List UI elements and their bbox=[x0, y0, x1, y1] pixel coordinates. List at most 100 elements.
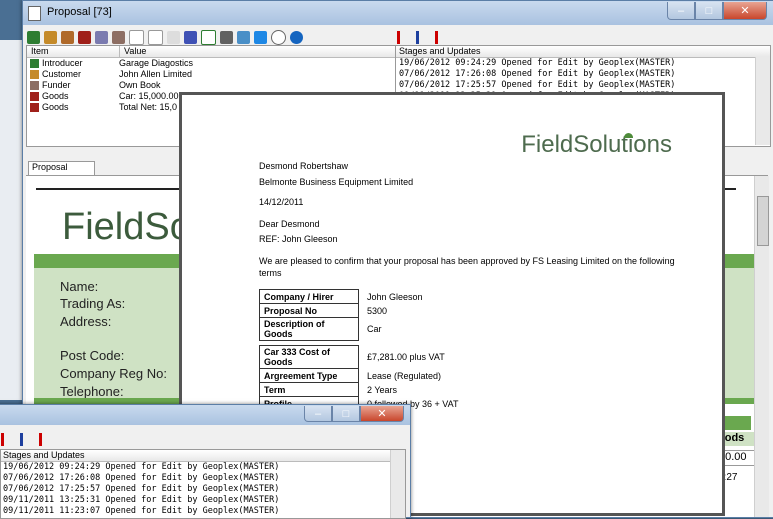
customer-icon[interactable] bbox=[44, 30, 57, 44]
notes-icon[interactable] bbox=[148, 29, 163, 45]
table-row[interactable]: Introducer Garage Diagostics bbox=[27, 58, 396, 69]
term-key: Argreement Type bbox=[259, 368, 359, 383]
tab-proposal[interactable]: Proposal bbox=[28, 161, 95, 175]
stages-window-controls: – □ ✕ bbox=[304, 406, 404, 424]
preview-icon[interactable] bbox=[237, 30, 250, 44]
stage-icon[interactable] bbox=[184, 30, 197, 44]
letter-logo-o: o bbox=[589, 131, 603, 158]
column-item-header[interactable]: Item bbox=[27, 46, 120, 57]
form-scroll-thumb[interactable] bbox=[757, 196, 769, 246]
form-field-label: Post Code: bbox=[60, 348, 125, 363]
close-button[interactable]: ✕ bbox=[723, 2, 767, 20]
term-value: 2 Years bbox=[367, 384, 398, 395]
stages-window-toolbar bbox=[1, 430, 58, 448]
row-item: Goods bbox=[42, 102, 69, 112]
salutation: Dear Desmond bbox=[259, 219, 320, 229]
upload-icon[interactable] bbox=[254, 30, 267, 44]
table-row[interactable]: Funder Own Book bbox=[27, 80, 396, 91]
row-value: Car: 15,000.00 bbox=[119, 91, 179, 101]
attach-icon[interactable] bbox=[167, 30, 180, 44]
row-item: Goods bbox=[42, 91, 69, 101]
stage-entry[interactable]: 07/06/2012 17:25:57 Opened for Edit by G… bbox=[399, 80, 770, 91]
form-field-label: Company Reg No: bbox=[60, 366, 167, 381]
stage-entry[interactable]: 07/06/2012 17:25:57 Opened for Edit by G… bbox=[3, 484, 405, 495]
row-value: Own Book bbox=[119, 80, 161, 90]
row-icon bbox=[30, 92, 39, 101]
stages-window: – □ ✕ Stages and Updates 19/06/2012 09:2… bbox=[0, 404, 411, 519]
stage-entry[interactable]: 09/11/2011 13:25:31 Opened for Edit by G… bbox=[3, 495, 405, 506]
row-icon bbox=[30, 70, 39, 79]
stages-window-title-bar[interactable]: – □ ✕ bbox=[0, 405, 410, 425]
row-value: Garage Diagostics bbox=[119, 58, 194, 68]
small-stages-header[interactable]: Stages and Updates bbox=[1, 450, 405, 462]
term-key: Description of Goods bbox=[259, 317, 359, 341]
calendar-icon[interactable] bbox=[129, 29, 144, 45]
row-item: Introducer bbox=[42, 58, 83, 68]
guarantor-icon[interactable] bbox=[61, 30, 74, 44]
document-icon[interactable] bbox=[201, 29, 216, 45]
funder-icon[interactable] bbox=[112, 30, 125, 44]
term-value: Car bbox=[367, 324, 382, 334]
term-key: Company / Hirer bbox=[259, 289, 359, 304]
table-row: Argreement Type Lease (Regulated) bbox=[259, 368, 463, 383]
letter-logo: FieldSolutions bbox=[521, 131, 672, 159]
goods-header-cell bbox=[721, 416, 751, 430]
small-stages-list: 19/06/2012 09:24:29 Opened for Edit by G… bbox=[1, 462, 405, 517]
terms-table-bottom: Car 333 Cost of Goods £7,281.00 plus VAT A… bbox=[259, 345, 463, 411]
form-field-label: Address: bbox=[60, 314, 112, 329]
table-row: Description of Goods Car bbox=[259, 317, 428, 341]
term-value: John Gleeson bbox=[367, 291, 423, 302]
form-field-label: Telephone: bbox=[60, 384, 124, 399]
background-window-left bbox=[0, 40, 23, 400]
stage-entry[interactable]: 07/06/2012 17:26:08 Opened for Edit by G… bbox=[3, 473, 405, 484]
title-bar[interactable]: Proposal [73] – □ ✕ bbox=[23, 1, 773, 25]
stage-blue-icon[interactable] bbox=[416, 30, 430, 44]
stages-toolbar bbox=[397, 28, 477, 46]
globe-icon[interactable] bbox=[290, 30, 303, 44]
stages-minimize-button[interactable]: – bbox=[304, 406, 332, 422]
stages-maximize-button[interactable]: □ bbox=[332, 406, 360, 422]
small-stages-scrollbar[interactable] bbox=[390, 450, 405, 518]
term-key: Term bbox=[259, 382, 359, 397]
reference-line: REF: John Gleeson bbox=[259, 234, 338, 244]
letter-logo-right: lutions bbox=[602, 131, 672, 158]
term-value: Lease (Regulated) bbox=[367, 370, 442, 381]
stage-mixed-icon[interactable] bbox=[435, 30, 449, 44]
form-scrollbar[interactable] bbox=[754, 176, 769, 517]
stage-entry[interactable]: 19/06/2012 09:24:29 Opened for Edit by G… bbox=[399, 58, 770, 69]
row-icon bbox=[30, 59, 39, 68]
window-controls: – □ ✕ bbox=[667, 2, 767, 20]
tools-icon[interactable] bbox=[95, 30, 108, 44]
term-key: Proposal No bbox=[259, 303, 359, 318]
term-value: £7,281.00 plus VAT bbox=[367, 352, 445, 362]
maximize-button[interactable]: □ bbox=[695, 2, 723, 20]
stages-scrollbar[interactable] bbox=[755, 57, 770, 145]
row-value: Total Net: 15,0 bbox=[119, 102, 178, 112]
minimize-button[interactable]: – bbox=[667, 2, 695, 20]
stage-entry[interactable]: 09/11/2011 11:23:07 Opened for Edit by G… bbox=[3, 506, 405, 517]
row-item: Funder bbox=[42, 80, 71, 90]
column-value-header[interactable]: Value bbox=[120, 46, 146, 57]
letter-body: We are pleased to confirm that your prop… bbox=[259, 256, 675, 278]
row-icon bbox=[30, 103, 39, 112]
clock-icon[interactable] bbox=[271, 29, 286, 45]
goods-icon[interactable] bbox=[78, 30, 91, 44]
row-value: John Allen Limited bbox=[119, 69, 193, 79]
stages-close-button[interactable]: ✕ bbox=[360, 406, 404, 422]
stage-entry[interactable]: 07/06/2012 17:26:08 Opened for Edit by G… bbox=[399, 69, 770, 80]
introducer-icon[interactable] bbox=[27, 30, 40, 44]
stage-blue-icon[interactable] bbox=[20, 432, 34, 446]
stages-header[interactable]: Stages and Updates bbox=[396, 46, 770, 58]
stage-red-icon[interactable] bbox=[397, 30, 411, 44]
stage-entry[interactable]: 19/06/2012 09:24:29 Opened for Edit by G… bbox=[3, 462, 405, 473]
table-row[interactable]: Customer John Allen Limited bbox=[27, 69, 396, 80]
stage-red-icon[interactable] bbox=[1, 432, 15, 446]
form-field-label: Trading As: bbox=[60, 296, 126, 311]
recipient-name: Desmond Robertshaw bbox=[259, 161, 349, 171]
document-icon bbox=[28, 6, 41, 21]
letter-logo-left: FieldS bbox=[521, 131, 590, 158]
print-icon[interactable] bbox=[220, 30, 233, 44]
table-row: Proposal No 5300 bbox=[259, 303, 428, 318]
form-field-label: Name: bbox=[60, 279, 99, 294]
stage-mixed-icon[interactable] bbox=[39, 432, 53, 446]
